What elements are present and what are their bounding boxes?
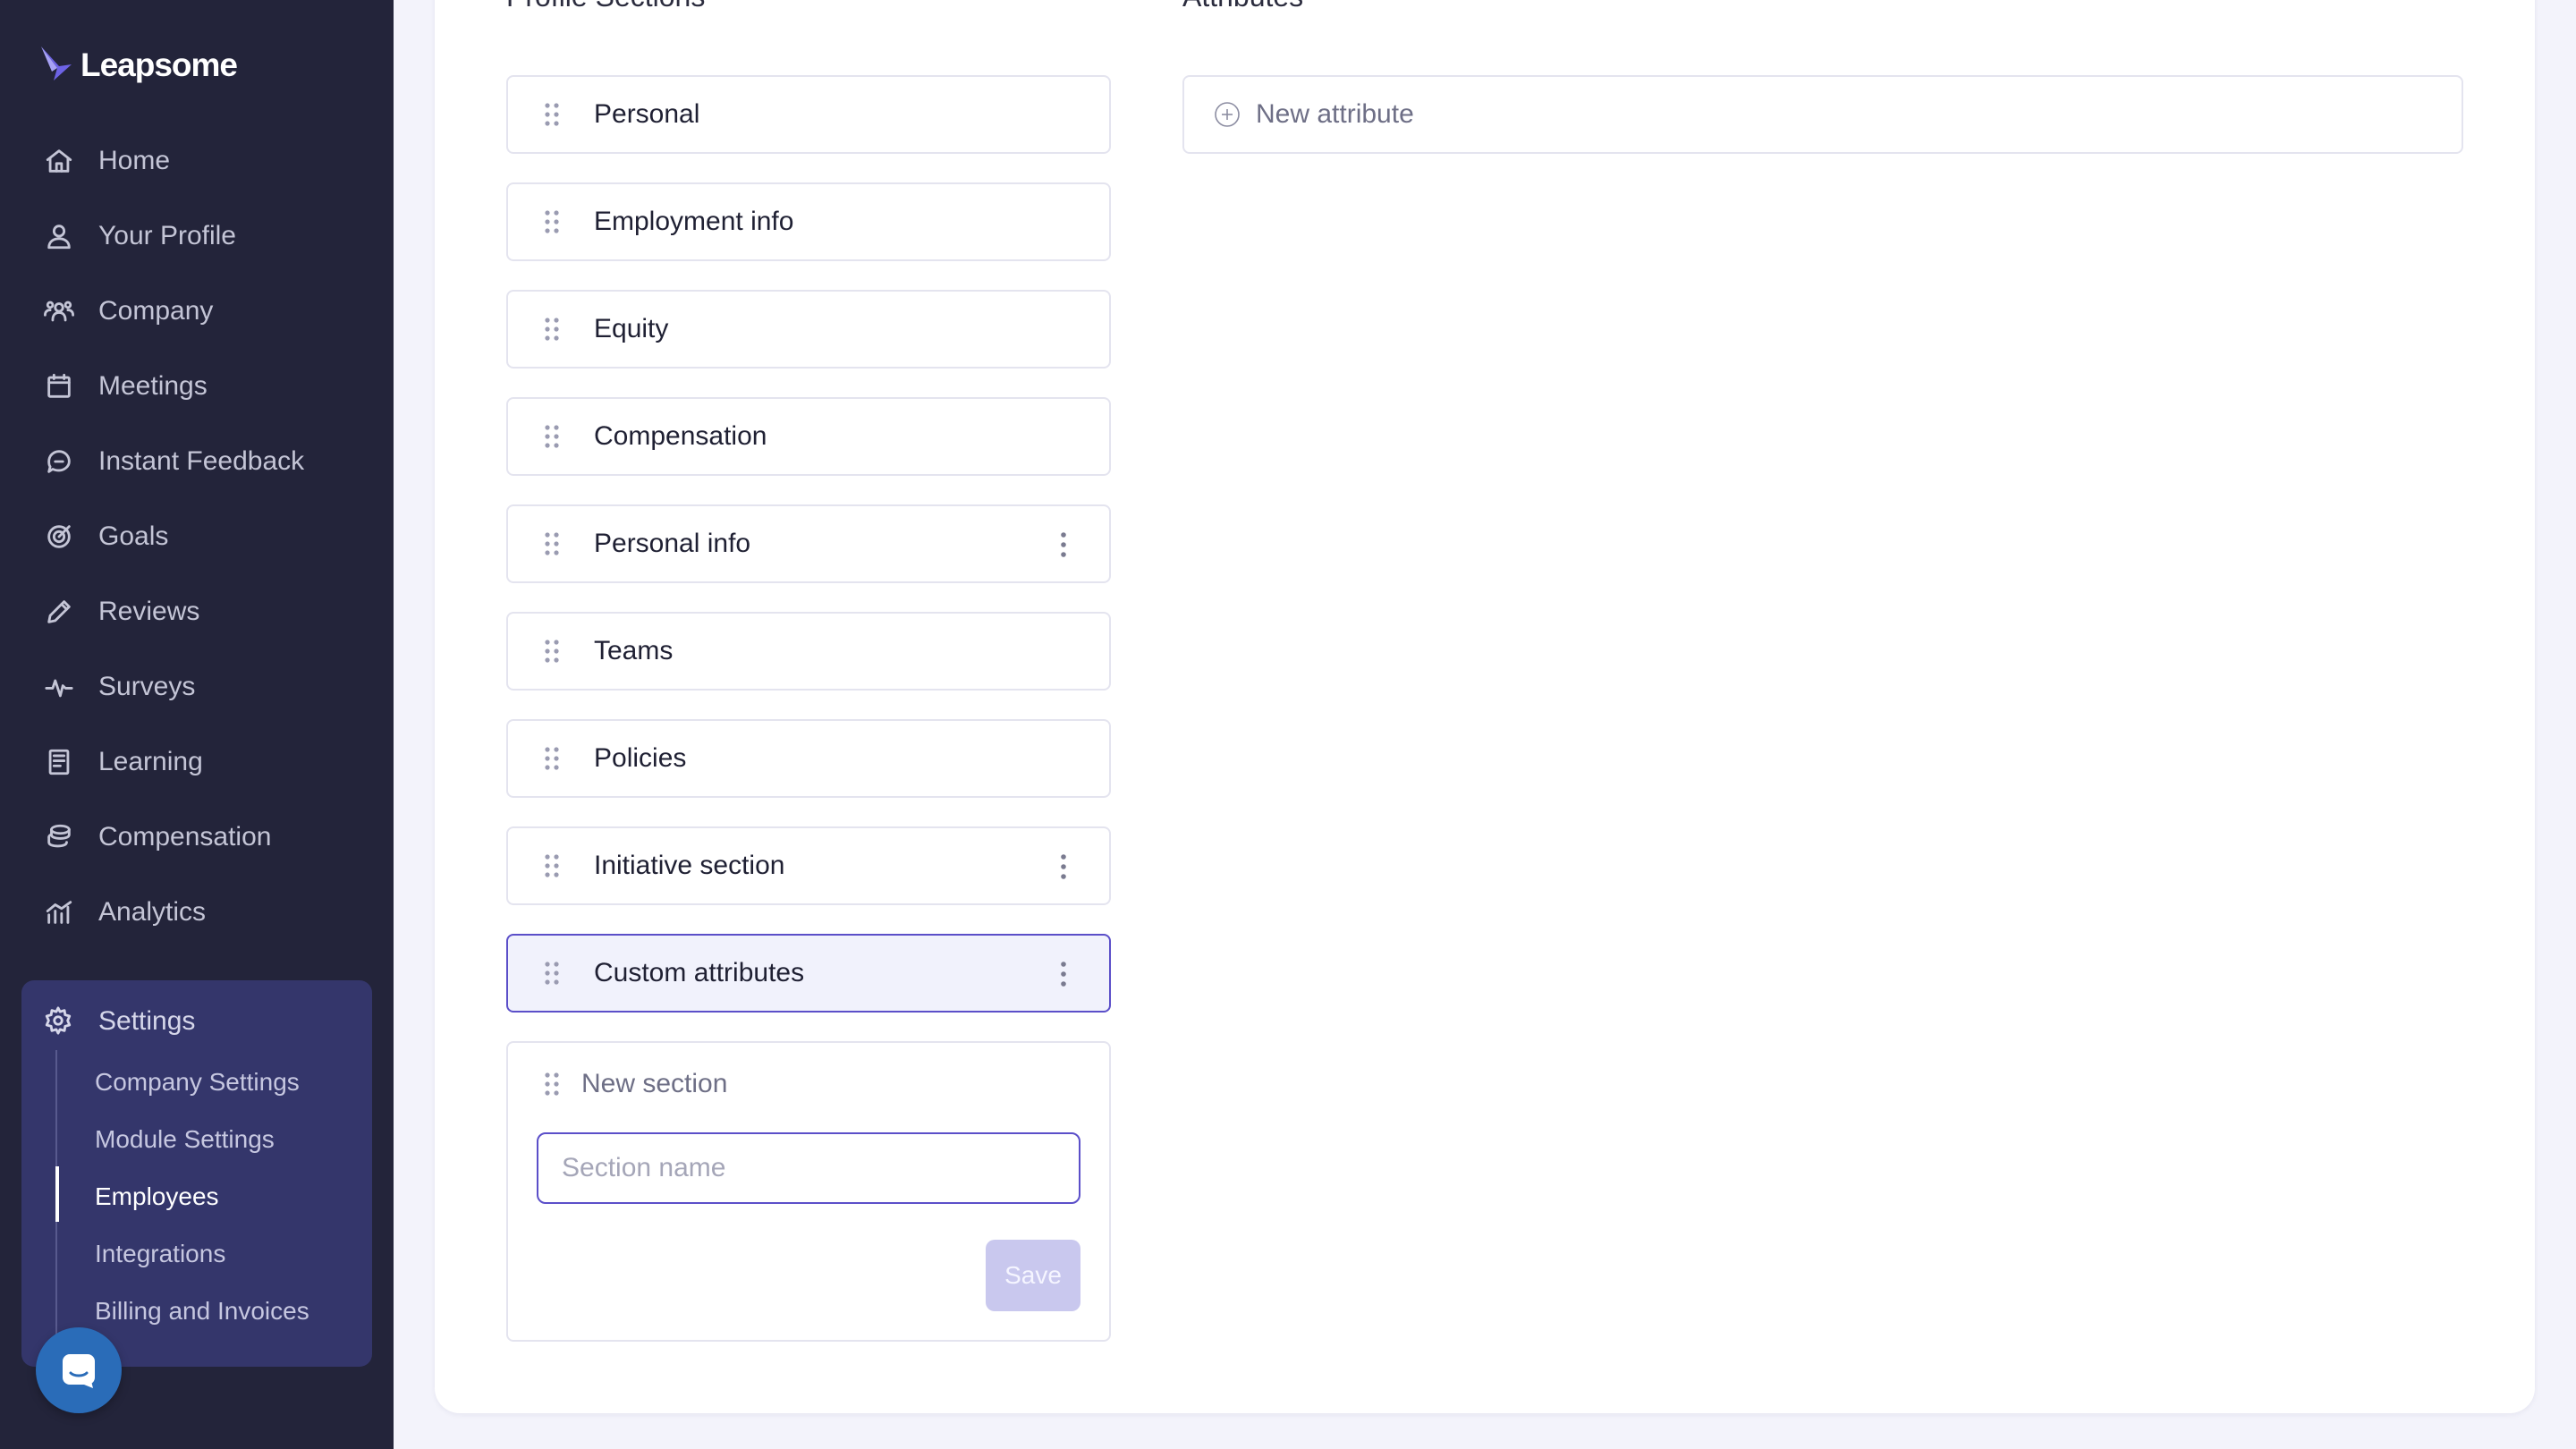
coins-icon xyxy=(43,821,75,853)
section-label: Equity xyxy=(594,314,669,343)
new-section-title: New section xyxy=(581,1069,728,1098)
sub-item-integrations[interactable]: Integrations xyxy=(95,1233,225,1275)
chart-icon xyxy=(43,896,75,928)
chat-support-button[interactable] xyxy=(36,1327,122,1413)
chat-icon xyxy=(43,445,75,478)
more-options-icon[interactable] xyxy=(1059,853,1068,880)
nav-item-settings[interactable]: Settings xyxy=(43,998,195,1045)
new-attribute-button[interactable]: New attribute xyxy=(1182,75,2463,154)
gear-icon xyxy=(43,1005,75,1038)
section-label: Compensation xyxy=(594,421,767,451)
section-label: Employment info xyxy=(594,207,794,236)
sub-item-module-settings[interactable]: Module Settings xyxy=(95,1118,275,1161)
more-options-icon[interactable] xyxy=(1059,531,1068,558)
users-icon xyxy=(43,295,75,327)
drag-handle-icon[interactable] xyxy=(542,316,562,343)
book-icon xyxy=(43,746,75,778)
calendar-icon xyxy=(43,370,75,402)
nav-item-label: Instant Feedback xyxy=(98,446,305,476)
drag-handle-icon[interactable] xyxy=(542,530,562,557)
section-item-initiative-section[interactable]: Initiative section xyxy=(506,826,1111,905)
nav-item-instant-feedback[interactable]: Instant Feedback xyxy=(43,435,304,488)
drag-handle-icon[interactable] xyxy=(542,745,562,772)
profile-sections-title: Profile Sections xyxy=(506,0,705,13)
nav-item-label: Company xyxy=(98,296,214,326)
pulse-icon xyxy=(43,671,75,703)
pencil-icon xyxy=(43,596,75,628)
section-label: Policies xyxy=(594,743,687,773)
user-icon xyxy=(43,220,75,252)
section-label: Custom attributes xyxy=(594,958,805,987)
nav-item-surveys[interactable]: Surveys xyxy=(43,660,195,714)
nav-item-label: Compensation xyxy=(98,822,272,852)
sub-item-company-settings[interactable]: Company Settings xyxy=(95,1061,300,1104)
plus-circle-icon xyxy=(1213,100,1241,129)
nav-item-analytics[interactable]: Analytics xyxy=(43,886,206,939)
nav-item-reviews[interactable]: Reviews xyxy=(43,585,199,639)
nav-item-your-profile[interactable]: Your Profile xyxy=(43,209,236,263)
nav-item-label: Home xyxy=(98,146,171,175)
nav-item-label: Analytics xyxy=(98,897,207,927)
nav-item-home[interactable]: Home xyxy=(43,134,170,188)
drag-handle-icon[interactable] xyxy=(542,638,562,665)
target-icon xyxy=(43,521,75,553)
section-item-custom-attributes[interactable]: Custom attributes xyxy=(506,934,1111,1013)
sub-item-employees[interactable]: Employees xyxy=(95,1175,219,1218)
active-indicator xyxy=(55,1166,59,1222)
drag-handle-icon[interactable] xyxy=(542,852,562,879)
nav-item-goals[interactable]: Goals xyxy=(43,510,168,564)
section-item-employment-info[interactable]: Employment info xyxy=(506,182,1111,261)
nav-item-learning[interactable]: Learning xyxy=(43,735,203,789)
nav-item-compensation[interactable]: Compensation xyxy=(43,810,271,864)
nav-item-label: Meetings xyxy=(98,371,208,401)
nav-item-label: Your Profile xyxy=(98,221,236,250)
new-section-header: New section xyxy=(542,1063,727,1106)
new-section-form: New section Save xyxy=(506,1041,1111,1342)
nav-item-label: Reviews xyxy=(98,597,200,626)
settings-panel: Settings Company Settings Module Setting… xyxy=(21,980,372,1367)
save-button[interactable]: Save xyxy=(986,1240,1080,1311)
nav-item-company[interactable]: Company xyxy=(43,284,213,338)
section-item-personal-info[interactable]: Personal info xyxy=(506,504,1111,583)
drag-handle-icon[interactable] xyxy=(542,208,562,235)
drag-handle-icon[interactable] xyxy=(542,101,562,128)
section-item-teams[interactable]: Teams xyxy=(506,612,1111,691)
new-attribute-label: New attribute xyxy=(1256,99,1414,129)
brand-name: Leapsome xyxy=(80,47,238,83)
section-label: Initiative section xyxy=(594,851,785,880)
drag-handle-icon[interactable] xyxy=(542,1071,562,1097)
chat-bubble-icon xyxy=(63,1354,95,1388)
nav-item-label: Goals xyxy=(98,521,169,551)
nav-item-label: Learning xyxy=(98,747,203,776)
section-name-input[interactable] xyxy=(537,1132,1080,1204)
sub-item-billing-and-invoices[interactable]: Billing and Invoices xyxy=(95,1290,309,1333)
drag-handle-icon[interactable] xyxy=(542,960,562,987)
settings-label: Settings xyxy=(98,1006,196,1036)
nav-item-label: Surveys xyxy=(98,672,196,701)
section-label: Personal xyxy=(594,99,700,129)
section-item-personal[interactable]: Personal xyxy=(506,75,1111,154)
more-options-icon[interactable] xyxy=(1059,961,1068,987)
section-label: Teams xyxy=(594,636,674,665)
nav-item-meetings[interactable]: Meetings xyxy=(43,360,208,413)
section-item-equity[interactable]: Equity xyxy=(506,290,1111,369)
drag-handle-icon[interactable] xyxy=(542,423,562,450)
section-item-compensation[interactable]: Compensation xyxy=(506,397,1111,476)
home-icon xyxy=(43,145,75,177)
attributes-title: Attributes xyxy=(1182,0,1303,13)
section-item-policies[interactable]: Policies xyxy=(506,719,1111,798)
brand-logo[interactable]: Leapsome xyxy=(39,41,238,89)
sidebar: Leapsome Home Your Profile Company Meeti… xyxy=(0,0,394,1449)
section-label: Personal info xyxy=(594,529,751,558)
leapsome-logo-icon xyxy=(41,47,72,80)
